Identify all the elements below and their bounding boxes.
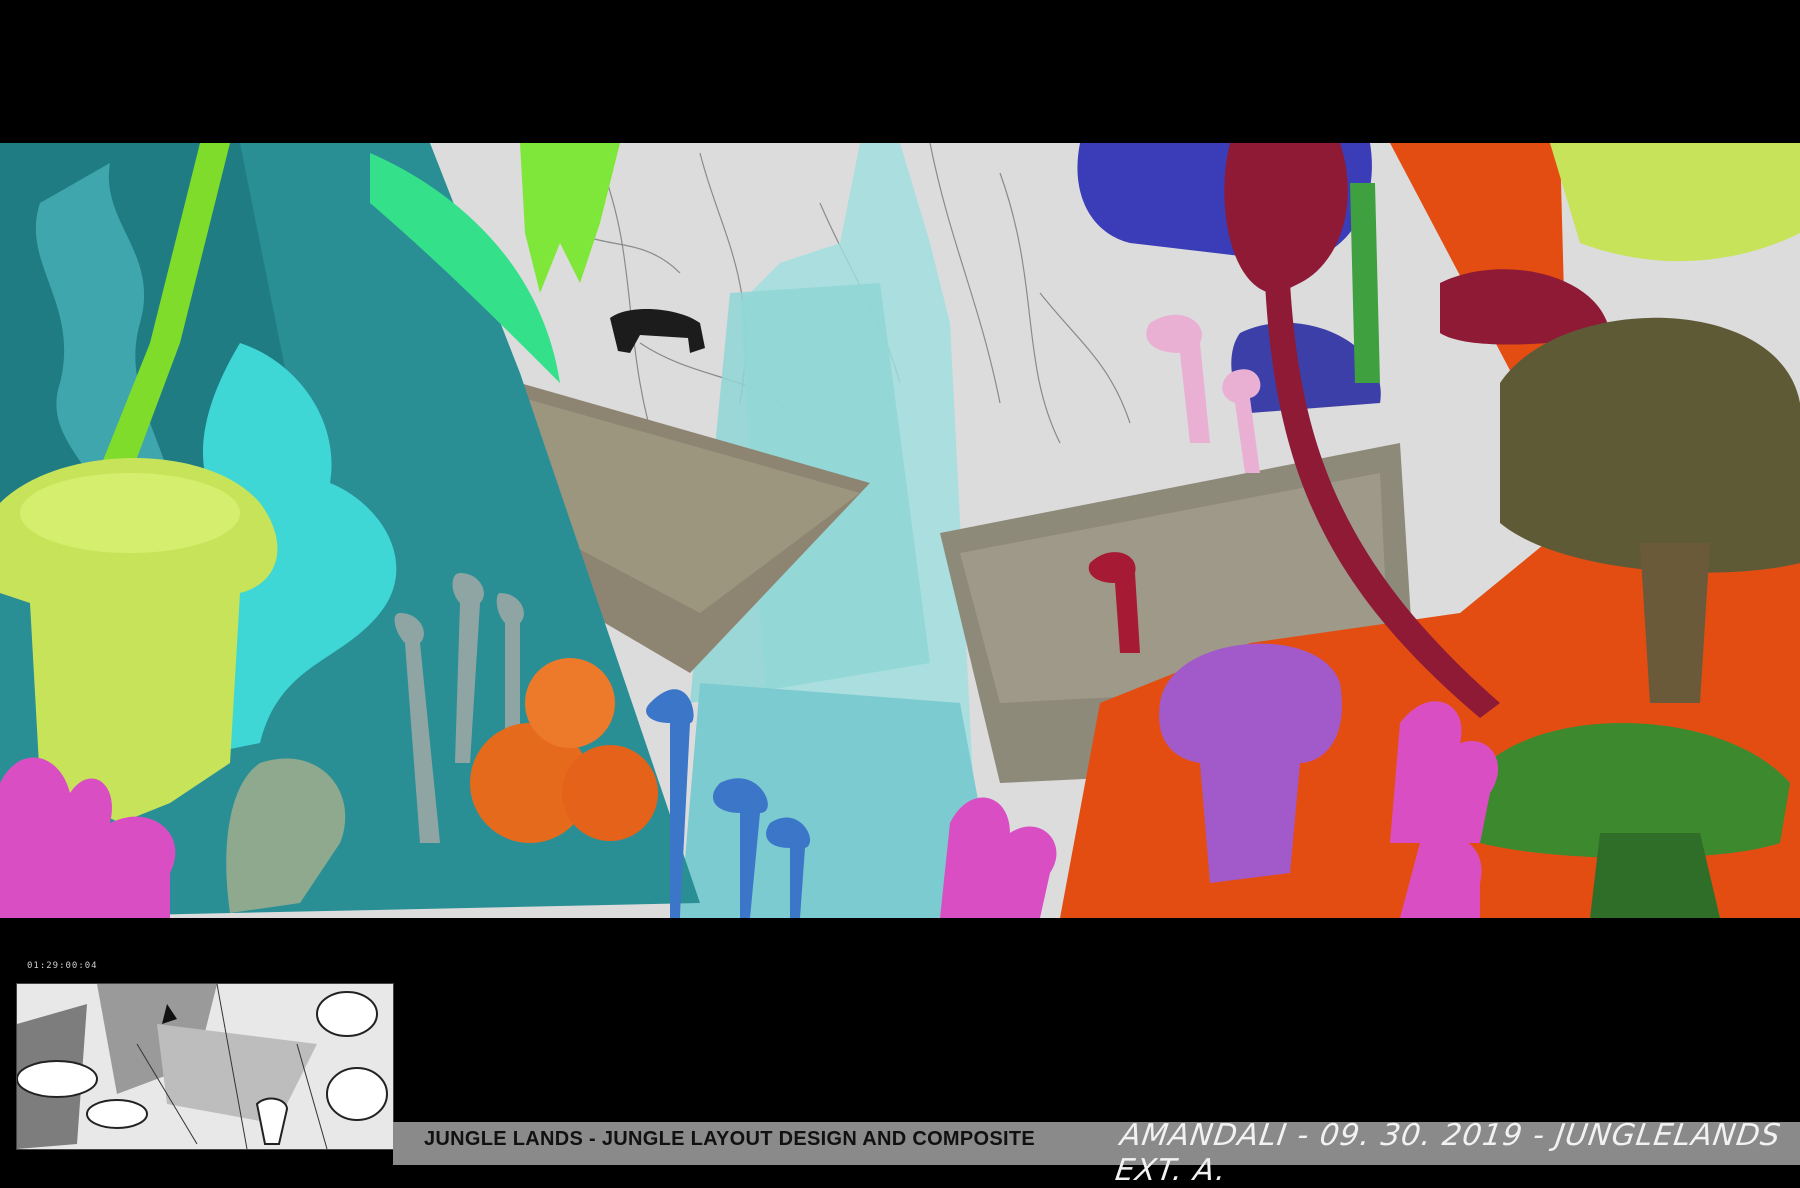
artist-signature: AMANDALI - 09. 30. 2019 - JUNGLELANDS EX… [1113, 1118, 1784, 1188]
artwork-frame [0, 143, 1800, 918]
storyboard-sketch [17, 984, 393, 1149]
artwork-caption: JUNGLE LANDS - JUNGLE LAYOUT DESIGN AND … [424, 1128, 1036, 1150]
storyboard-thumbnail [16, 983, 394, 1150]
timecode-label: 01:29:00:04 [27, 961, 98, 971]
jungle-illustration [0, 143, 1800, 918]
